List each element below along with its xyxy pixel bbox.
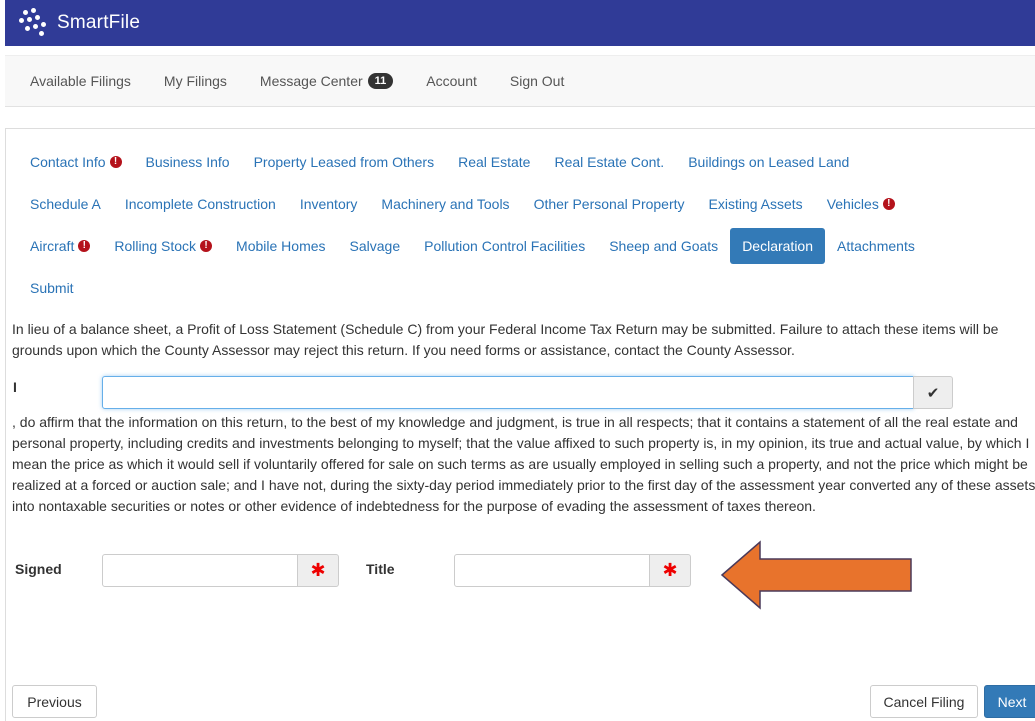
nav-message-center-label: Message Center bbox=[259, 73, 363, 89]
nav-account[interactable]: Account bbox=[426, 73, 477, 89]
tab-aircraft[interactable]: Aircraft! bbox=[18, 228, 102, 264]
required-asterisk-icon: ✱ bbox=[310, 560, 326, 580]
nav-available-filings[interactable]: Available Filings bbox=[30, 73, 131, 89]
tab-existing-assets[interactable]: Existing Assets bbox=[697, 186, 815, 222]
tab-label: Contact Info bbox=[30, 154, 106, 170]
tab-label: Vehicles bbox=[826, 196, 879, 212]
nav-message-center[interactable]: Message Center 11 bbox=[259, 73, 394, 89]
tab-rolling-stock[interactable]: Rolling Stock! bbox=[102, 228, 224, 264]
tab-declaration[interactable]: Declaration bbox=[730, 228, 826, 264]
alert-icon: ! bbox=[109, 156, 122, 168]
tab-row: Contact Info! Business Info Property Lea… bbox=[18, 141, 1035, 183]
title-label: Title bbox=[366, 561, 395, 577]
tab-row: Submit bbox=[18, 267, 1035, 309]
tab-real-estate-cont[interactable]: Real Estate Cont. bbox=[542, 144, 676, 180]
tab-inventory[interactable]: Inventory bbox=[288, 186, 370, 222]
required-addon: ✱ bbox=[297, 554, 339, 587]
tab-incomplete-construction[interactable]: Incomplete Construction bbox=[113, 186, 288, 222]
affirmation-text: , do affirm that the information on this… bbox=[12, 414, 1035, 514]
tab-buildings-leased-land[interactable]: Buildings on Leased Land bbox=[676, 144, 861, 180]
signed-input[interactable] bbox=[102, 554, 298, 587]
top-bar: SmartFile bbox=[5, 0, 1035, 46]
section-tabs: Contact Info! Business Info Property Lea… bbox=[18, 141, 1035, 309]
cancel-filing-button[interactable]: Cancel Filing bbox=[870, 685, 978, 718]
alert-icon: ! bbox=[882, 198, 895, 210]
tab-label: Rolling Stock bbox=[114, 238, 197, 254]
tab-business-info[interactable]: Business Info bbox=[134, 144, 242, 180]
smartfile-logo-icon bbox=[17, 6, 51, 40]
tab-contact-info[interactable]: Contact Info! bbox=[18, 144, 134, 180]
checkmark-icon: ✔ bbox=[926, 384, 940, 402]
title-input[interactable] bbox=[454, 554, 650, 587]
nav-my-filings[interactable]: My Filings bbox=[164, 73, 227, 89]
alert-icon: ! bbox=[78, 240, 91, 252]
tab-attachments[interactable]: Attachments bbox=[825, 228, 927, 264]
intro-text: In lieu of a balance sheet, a Profit of … bbox=[12, 321, 999, 358]
filing-panel: Contact Info! Business Info Property Lea… bbox=[5, 128, 1035, 721]
orange-arrow-annotation bbox=[720, 540, 912, 610]
message-count-badge: 11 bbox=[367, 73, 394, 89]
main-nav: Available Filings My Filings Message Cen… bbox=[5, 55, 1035, 107]
declarant-name-input[interactable] bbox=[102, 376, 914, 409]
alert-icon: ! bbox=[200, 240, 213, 252]
brand-title[interactable]: SmartFile bbox=[57, 12, 140, 34]
tab-vehicles[interactable]: Vehicles! bbox=[815, 186, 907, 222]
tab-submit[interactable]: Submit bbox=[18, 270, 86, 306]
confirm-button[interactable]: ✔ bbox=[913, 376, 953, 409]
previous-button[interactable]: Previous bbox=[12, 685, 97, 718]
required-asterisk-icon: ✱ bbox=[662, 560, 678, 580]
tab-pollution-control[interactable]: Pollution Control Facilities bbox=[412, 228, 597, 264]
tab-salvage[interactable]: Salvage bbox=[338, 228, 413, 264]
tab-property-leased[interactable]: Property Leased from Others bbox=[242, 144, 447, 180]
nav-sign-out[interactable]: Sign Out bbox=[510, 73, 564, 89]
tab-schedule-a[interactable]: Schedule A bbox=[18, 186, 113, 222]
name-field-label: I bbox=[13, 379, 17, 395]
tab-mobile-homes[interactable]: Mobile Homes bbox=[224, 228, 337, 264]
tab-sheep-goats[interactable]: Sheep and Goats bbox=[597, 228, 730, 264]
tab-row: Schedule A Incomplete Construction Inven… bbox=[18, 183, 1035, 225]
tab-machinery-tools[interactable]: Machinery and Tools bbox=[369, 186, 521, 222]
required-addon: ✱ bbox=[649, 554, 691, 587]
tab-label: Aircraft bbox=[30, 238, 75, 254]
tab-row: Aircraft! Rolling Stock! Mobile Homes Sa… bbox=[18, 225, 1035, 267]
next-button[interactable]: Next bbox=[984, 685, 1035, 718]
tab-real-estate[interactable]: Real Estate bbox=[446, 144, 542, 180]
tab-other-personal-property[interactable]: Other Personal Property bbox=[522, 186, 697, 222]
signed-label: Signed bbox=[15, 561, 62, 577]
